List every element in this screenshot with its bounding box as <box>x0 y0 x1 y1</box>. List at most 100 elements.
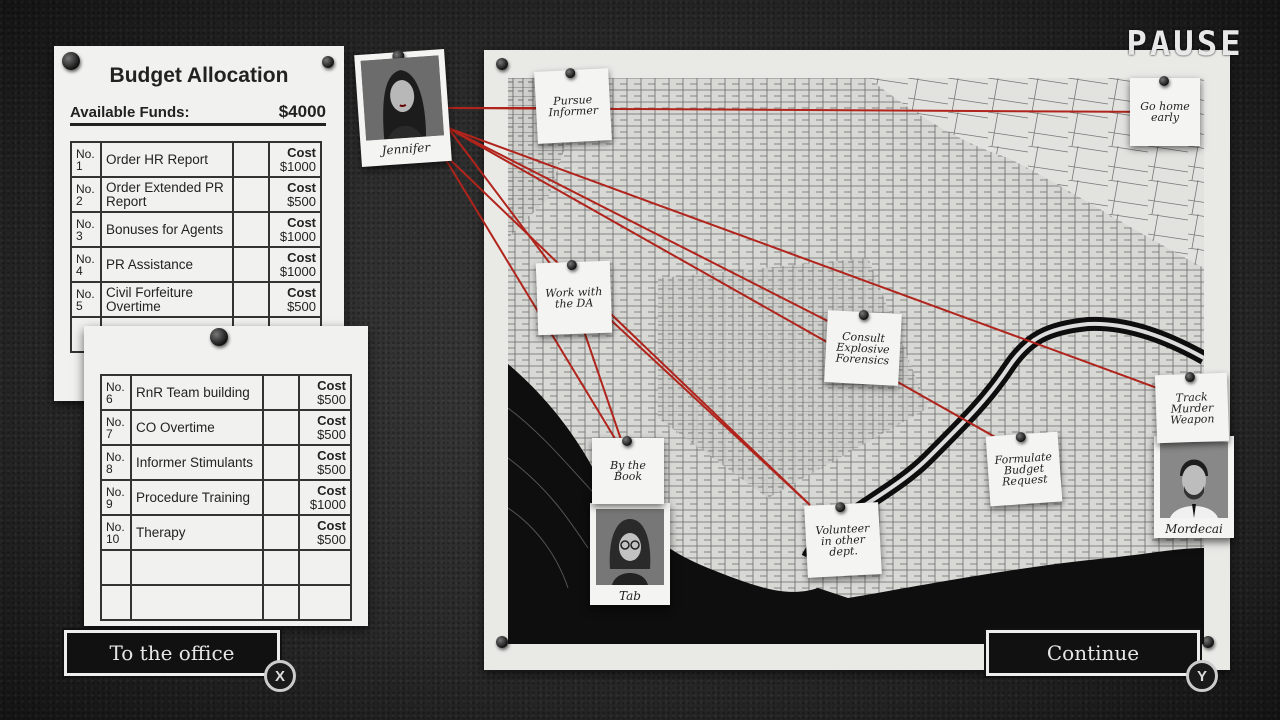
item-spacer <box>262 444 300 481</box>
mordecai-caption: Mordecai <box>1165 522 1223 536</box>
item-spacer <box>232 246 270 283</box>
item-name: Therapy <box>130 514 264 551</box>
pushpin <box>858 309 869 321</box>
tab-portrait <box>596 509 664 585</box>
task-note-label: Pursue Informer <box>548 92 599 120</box>
budget-item-row[interactable]: No. 1 Order HR Report Cost $1000 <box>70 141 322 178</box>
pushpin <box>496 636 508 648</box>
task-note-volunteer[interactable]: Volunteer in other dept. <box>804 501 882 578</box>
item-spacer <box>262 479 300 516</box>
pushpin <box>1015 431 1027 443</box>
pushpin <box>496 58 508 70</box>
task-note-label: Track Murder Weapon <box>1170 389 1215 427</box>
item-number: No. 7 <box>100 409 132 446</box>
task-note-pursue-informer[interactable]: Pursue Informer <box>534 67 612 144</box>
task-note-by-the-book[interactable]: By the Book <box>592 436 664 504</box>
task-note-label: Go home early <box>1140 100 1190 124</box>
pause-button[interactable]: PAUSE <box>1122 22 1248 66</box>
agent-photo-tab[interactable]: Tab <box>590 503 670 605</box>
item-number: No. 5 <box>70 281 102 318</box>
tab-caption: Tab <box>619 589 641 603</box>
budget-item-row[interactable]: No. 4 PR Assistance Cost $1000 <box>70 246 322 283</box>
available-funds-row: Available Funds: $4000 <box>70 102 326 126</box>
item-spacer <box>232 141 270 178</box>
item-cost: Cost $1000 <box>268 211 322 248</box>
budget-item-row[interactable]: No. 6 RnR Team building Cost $500 <box>100 374 352 411</box>
task-note-track-murder-weapon[interactable]: Track Murder Weapon <box>1154 371 1230 444</box>
task-note-go-home-early[interactable]: Go home early <box>1130 76 1200 146</box>
empty-row <box>100 549 352 586</box>
item-spacer <box>232 176 270 213</box>
x-button-icon: X <box>264 660 296 692</box>
task-note-label: Formulate Budget Request <box>994 449 1053 489</box>
budget-item-row[interactable]: No. 8 Informer Stimulants Cost $500 <box>100 444 352 481</box>
item-cost: Cost $1000 <box>268 246 322 283</box>
budget-item-row[interactable]: No. 7 CO Overtime Cost $500 <box>100 409 352 446</box>
agent-photo-mordecai[interactable]: Mordecai <box>1154 436 1234 538</box>
item-number: No. 8 <box>100 444 132 481</box>
task-note-label: Work with the DA <box>545 285 603 311</box>
budget-table: No. 1 Order HR Report Cost $1000 No. 2 Order Ex… <box>70 141 322 353</box>
agent-photo-jennifer[interactable]: Jennifer <box>354 48 452 168</box>
pushpin <box>622 436 632 446</box>
item-cost: Cost $500 <box>298 514 352 551</box>
task-note-work-with-da[interactable]: Work with the DA <box>535 259 613 336</box>
y-button-icon: Y <box>1186 660 1218 692</box>
item-name: Informer Stimulants <box>130 444 264 481</box>
item-number: No. 4 <box>70 246 102 283</box>
item-cost: Cost $1000 <box>268 141 322 178</box>
continue-label: Continue <box>1046 641 1140 665</box>
budget-table-2: No. 6 RnR Team building Cost $500 No. 7 CO Over… <box>100 374 352 621</box>
continue-button[interactable]: Continue <box>984 628 1202 678</box>
jennifer-caption: Jennifer <box>381 140 431 158</box>
item-name: PR Assistance <box>100 246 234 283</box>
empty-row <box>100 584 352 621</box>
item-name: Procedure Training <box>130 479 264 516</box>
funds-label: Available Funds: <box>70 104 190 121</box>
budget-item-row[interactable]: No. 5 Civil Forfeiture Overtime Cost $500 <box>70 281 322 318</box>
item-name: RnR Team building <box>130 374 264 411</box>
funds-value: $4000 <box>278 102 326 121</box>
pushpin <box>565 67 576 79</box>
task-note-consult-forensics[interactable]: Consult Explosive Forensics <box>824 309 902 386</box>
item-name: Civil Forfeiture Overtime <box>100 281 234 318</box>
to-the-office-button[interactable]: To the office <box>62 628 282 678</box>
jennifer-portrait <box>360 55 444 141</box>
budget-item-row[interactable]: No. 10 Therapy Cost $500 <box>100 514 352 551</box>
item-number: No. 1 <box>70 141 102 178</box>
mordecai-portrait <box>1160 442 1228 518</box>
item-spacer <box>262 409 300 446</box>
task-note-formulate-budget[interactable]: Formulate Budget Request <box>985 431 1063 507</box>
item-cost: Cost $500 <box>268 176 322 213</box>
item-name: Bonuses for Agents <box>100 211 234 248</box>
item-number: No. 10 <box>100 514 132 551</box>
item-number: No. 2 <box>70 176 102 213</box>
item-cost: Cost $500 <box>298 409 352 446</box>
pushpin <box>566 259 578 271</box>
item-name: Order Extended PR Report <box>100 176 234 213</box>
pushpin <box>1159 76 1169 86</box>
budget-item-row[interactable]: No. 2 Order Extended PR Report Cost $500 <box>70 176 322 213</box>
item-name: Order HR Report <box>100 141 234 178</box>
task-note-label: By the Book <box>610 459 646 483</box>
pushpin <box>210 328 228 346</box>
budget-allocation-sheet-2: No. 6 RnR Team building Cost $500 No. 7 CO Over… <box>84 326 368 626</box>
budget-item-row[interactable]: No. 9 Procedure Training Cost $1000 <box>100 479 352 516</box>
budget-title: Budget Allocation <box>109 64 289 87</box>
item-number: No. 3 <box>70 211 102 248</box>
item-number: No. 6 <box>100 374 132 411</box>
pushpin <box>835 501 846 513</box>
item-cost: Cost $500 <box>298 444 352 481</box>
pushpin <box>1184 371 1196 383</box>
item-cost: Cost $500 <box>268 281 322 318</box>
item-name: CO Overtime <box>130 409 264 446</box>
item-cost: Cost $1000 <box>298 479 352 516</box>
item-spacer <box>262 374 300 411</box>
item-spacer <box>232 281 270 318</box>
task-note-label: Volunteer in other dept. <box>815 521 870 559</box>
item-cost: Cost $500 <box>298 374 352 411</box>
item-number: No. 9 <box>100 479 132 516</box>
task-note-label: Consult Explosive Forensics <box>835 329 890 367</box>
item-spacer <box>262 514 300 551</box>
budget-item-row[interactable]: No. 3 Bonuses for Agents Cost $1000 <box>70 211 322 248</box>
